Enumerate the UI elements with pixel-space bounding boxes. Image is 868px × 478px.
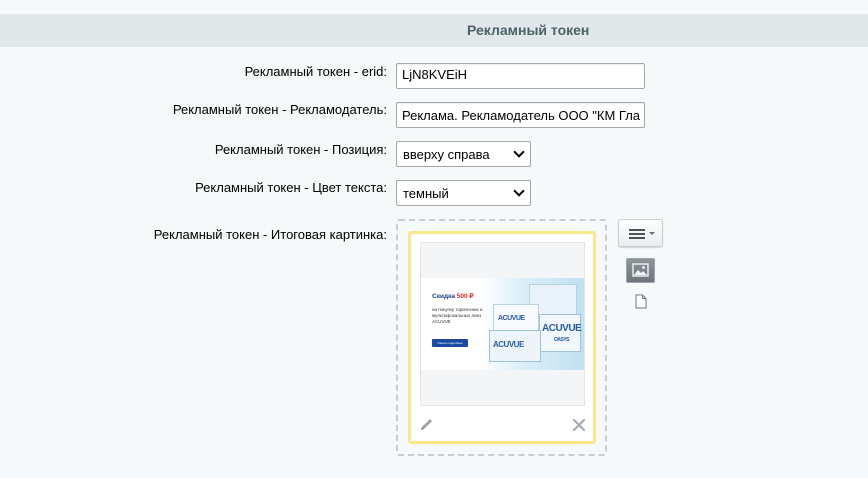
section-header: Рекламный токен <box>0 14 868 47</box>
close-icon[interactable] <box>572 418 586 437</box>
erid-label: Рекламный токен - erid: <box>244 64 387 79</box>
product-box: ACUVUE <box>489 330 541 362</box>
banner-brand: ACUVUE <box>493 340 524 349</box>
banner-button-label: Узнать подробнее <box>437 341 463 345</box>
position-select[interactable]: вверху справа <box>396 141 531 167</box>
file-icon[interactable] <box>635 294 647 314</box>
image-icon <box>632 263 649 277</box>
image-menu-button[interactable] <box>618 219 663 247</box>
text-color-select[interactable]: темный <box>396 180 531 206</box>
banner-subtitle: на покупку торических и мультифокальных … <box>432 307 483 324</box>
text-color-label: Рекламный токен - Цвет текста: <box>195 180 387 195</box>
chevron-down-icon <box>513 185 525 197</box>
banner-discount-word: Скидка <box>432 293 455 300</box>
product-box: ACUVUE OASYS <box>539 314 582 352</box>
banner-brand: ACUVUE <box>542 323 582 334</box>
position-label: Рекламный токен - Позиция: <box>214 142 387 157</box>
erid-input[interactable]: LjN8KVEiH <box>396 63 645 89</box>
pencil-icon[interactable] <box>419 418 435 437</box>
text-color-selected-value: темный <box>403 186 449 201</box>
banner-headline: Скидка 500 ₽ <box>432 292 474 300</box>
position-selected-value: вверху справа <box>403 147 490 162</box>
banner-price: 500 ₽ <box>456 293 474 300</box>
top-strip <box>0 0 868 14</box>
image-type-button[interactable] <box>626 258 655 283</box>
hamburger-menu-icon <box>629 229 655 239</box>
banner-brand: ACUVUE <box>498 315 525 322</box>
banner-image: ACUVUE ACUVUE OASYS ACUVUE Скидка 500 ₽ … <box>421 278 584 370</box>
final-image-label: Рекламный токен - Итоговая картинка: <box>153 227 387 242</box>
banner-button: Узнать подробнее <box>432 339 468 347</box>
advertiser-label: Рекламный токен - Рекламодатель: <box>172 102 387 117</box>
section-title: Рекламный токен <box>467 22 590 38</box>
banner-brand-sub: OASYS <box>554 337 570 343</box>
advertiser-input[interactable]: Реклама. Рекламодатель ООО "КМ Гла <box>396 102 645 128</box>
chevron-down-icon <box>513 146 525 158</box>
